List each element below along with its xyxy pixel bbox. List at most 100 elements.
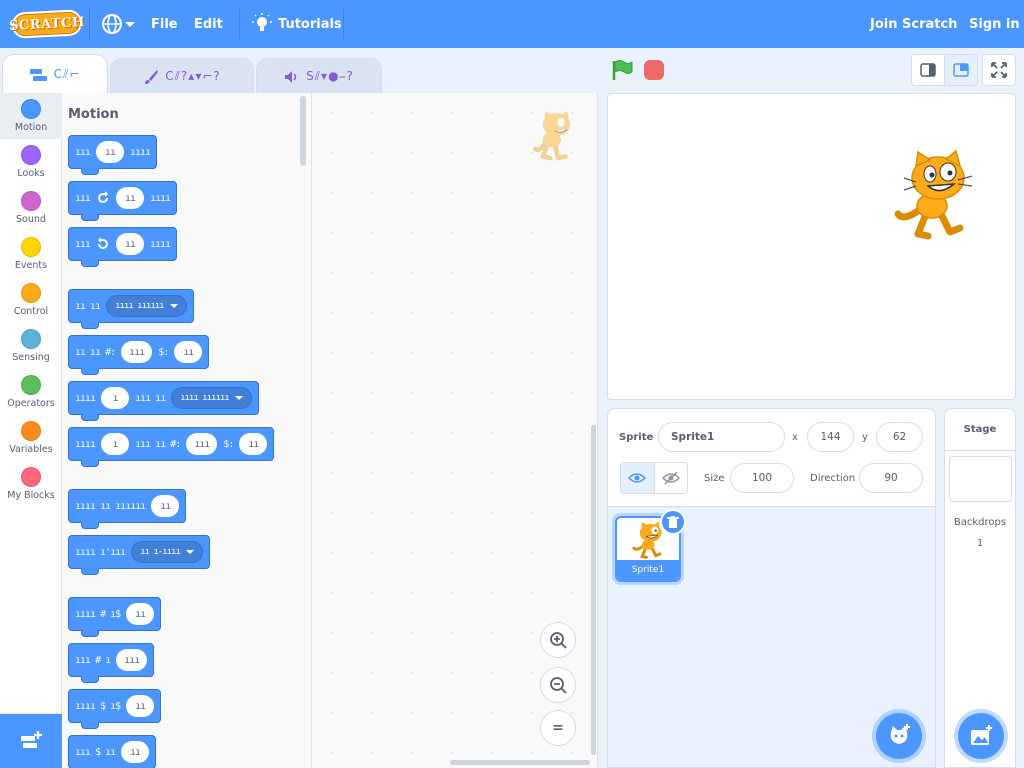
category-motion[interactable]: Motion: [0, 93, 62, 139]
block-text: ııı # ı: [75, 654, 111, 666]
looks-dot-icon: [21, 145, 41, 165]
block-input[interactable]: ıı: [121, 741, 150, 763]
add-extension-button[interactable]: [0, 714, 62, 768]
eye-icon: [628, 473, 647, 483]
show-sprite-button[interactable]: [621, 463, 655, 493]
motion-block[interactable]: ııı ıı ıııı: [68, 135, 158, 175]
block-input[interactable]: ı: [101, 387, 130, 409]
motion-block[interactable]: ııı # ı ııı: [68, 643, 155, 683]
sprite-label: Sprite: [619, 432, 654, 443]
sprite-watermark-icon: [532, 111, 578, 165]
normal-stage-button[interactable]: [944, 54, 978, 86]
block-input[interactable]: ı: [101, 433, 130, 455]
choose-backdrop-button[interactable]: [958, 713, 1004, 759]
block-input[interactable]: ııı: [186, 433, 218, 455]
workspace-horizontal-scrollbar[interactable]: [450, 760, 590, 765]
motion-block[interactable]: ıııı # ı$ ıı: [68, 597, 162, 637]
block-input[interactable]: ıı: [116, 187, 145, 209]
block-text: ıııı ı'ııı: [75, 546, 126, 558]
size-label: Size: [704, 473, 725, 484]
stop-icon[interactable]: [644, 60, 664, 80]
category-sound[interactable]: Sound: [0, 185, 62, 231]
rotate-right-icon: [98, 191, 109, 203]
motion-block[interactable]: ııı $ ıı ıı: [68, 735, 157, 768]
trash-icon: [667, 515, 679, 528]
y-position-input[interactable]: 62: [876, 422, 923, 452]
sprite-name-input[interactable]: Sprite1: [658, 422, 785, 452]
block-input[interactable]: ıı: [126, 695, 155, 717]
motion-dot-icon: [21, 99, 41, 119]
join-scratch-link[interactable]: Join Scratch: [870, 0, 957, 48]
motion-block[interactable]: ıııı ıı ıııııı ıı: [68, 489, 187, 529]
zoom-in-button[interactable]: [540, 622, 576, 658]
scratch-logo[interactable]: SCRATCH: [9, 9, 85, 39]
motion-block[interactable]: ıııı ı ııı ıı ıııı ıııııı: [68, 381, 259, 421]
category-control[interactable]: Control: [0, 277, 62, 323]
block-input[interactable]: ıı: [96, 141, 125, 163]
tutorials-menu[interactable]: Tutorials: [252, 0, 342, 48]
category-operators[interactable]: Operators: [0, 369, 62, 415]
category-events[interactable]: Events: [0, 231, 62, 277]
block-dropdown[interactable]: ıııı ıııııı: [171, 387, 252, 409]
workspace-vertical-scrollbar[interactable]: [591, 425, 596, 755]
block-input[interactable]: ıı: [126, 603, 155, 625]
stage-selector[interactable]: Stage Backdrops 1: [944, 408, 1016, 768]
block-text: ııı $ ıı: [75, 746, 116, 758]
motion-block[interactable]: ıı ıı ıııı ıııııı: [68, 289, 194, 329]
tab-costumes[interactable]: C⫽?▴▾⌐?: [110, 58, 254, 94]
x-position-input[interactable]: 144: [807, 422, 854, 452]
hide-sprite-button[interactable]: [655, 463, 688, 493]
size-input[interactable]: 100: [730, 463, 794, 493]
category-label: Sensing: [12, 352, 50, 363]
category-looks[interactable]: Looks: [0, 139, 62, 185]
green-flag-icon[interactable]: [611, 59, 635, 85]
stage-thumbnail[interactable]: [949, 456, 1012, 502]
tab-code[interactable]: C⫽⌐: [2, 54, 108, 94]
my-blocks-dot-icon: [21, 467, 41, 487]
motion-block[interactable]: ıııı ı ııı ıı #: ııı $: ıı: [68, 427, 275, 467]
block-input[interactable]: ıı: [174, 341, 203, 363]
block-input[interactable]: ıı: [239, 433, 268, 455]
block-dropdown[interactable]: ıı ı-ıııı: [131, 541, 203, 563]
fullscreen-button[interactable]: [982, 54, 1016, 86]
category-variables[interactable]: Variables: [0, 415, 62, 461]
globe-icon[interactable]: [101, 13, 123, 39]
add-sprite-icon: [890, 724, 910, 744]
zoom-out-button[interactable]: [540, 667, 576, 703]
category-sensing[interactable]: Sensing: [0, 323, 62, 369]
block-input[interactable]: ııı: [121, 341, 153, 363]
category-label: My Blocks: [7, 490, 55, 501]
motion-block[interactable]: ııı ıı ıııı: [68, 181, 178, 221]
file-menu[interactable]: File: [151, 0, 178, 48]
motion-block[interactable]: ıı ıı #: ııı $: ıı: [68, 335, 210, 375]
delete-sprite-button[interactable]: [660, 509, 686, 535]
category-label: Looks: [17, 168, 45, 179]
edit-menu[interactable]: Edit: [194, 0, 223, 48]
block-text: ıııı: [150, 238, 171, 250]
stage-canvas[interactable]: [607, 93, 1016, 400]
category-label: Control: [13, 306, 49, 317]
motion-block[interactable]: ıııı ı'ııı ıı ı-ıııı: [68, 535, 210, 575]
motion-block[interactable]: ıııı $ ı$ ıı: [68, 689, 162, 729]
category-label: Motion: [14, 122, 48, 133]
choose-sprite-button[interactable]: [876, 713, 922, 759]
block-dropdown[interactable]: ıııı ıııııı: [106, 295, 187, 317]
block-input[interactable]: ıı: [151, 495, 180, 517]
tab-sounds[interactable]: S⫽▾●⎯?: [256, 58, 382, 94]
script-workspace[interactable]: =: [312, 93, 598, 768]
language-caret-icon[interactable]: [125, 22, 135, 27]
operators-dot-icon: [21, 375, 41, 395]
block-input[interactable]: ıı: [116, 233, 145, 255]
sprite-info: Sprite Sprite1 x 144 y 62 Size 100 Direc…: [608, 409, 935, 507]
palette-scrollbar[interactable]: [300, 96, 306, 166]
sprite-cat-icon[interactable]: [892, 149, 976, 244]
direction-input[interactable]: 90: [859, 463, 923, 493]
motion-block[interactable]: ııı ıı ıııı: [68, 227, 178, 267]
zoom-reset-button[interactable]: =: [540, 710, 576, 746]
add-extension-icon: [21, 731, 42, 748]
small-stage-button[interactable]: [911, 54, 945, 86]
block-input[interactable]: ııı: [116, 649, 148, 671]
category-my-blocks[interactable]: My Blocks: [0, 461, 62, 507]
normal-stage-icon: [953, 63, 969, 77]
sign-in-link[interactable]: Sign in: [969, 0, 1020, 48]
